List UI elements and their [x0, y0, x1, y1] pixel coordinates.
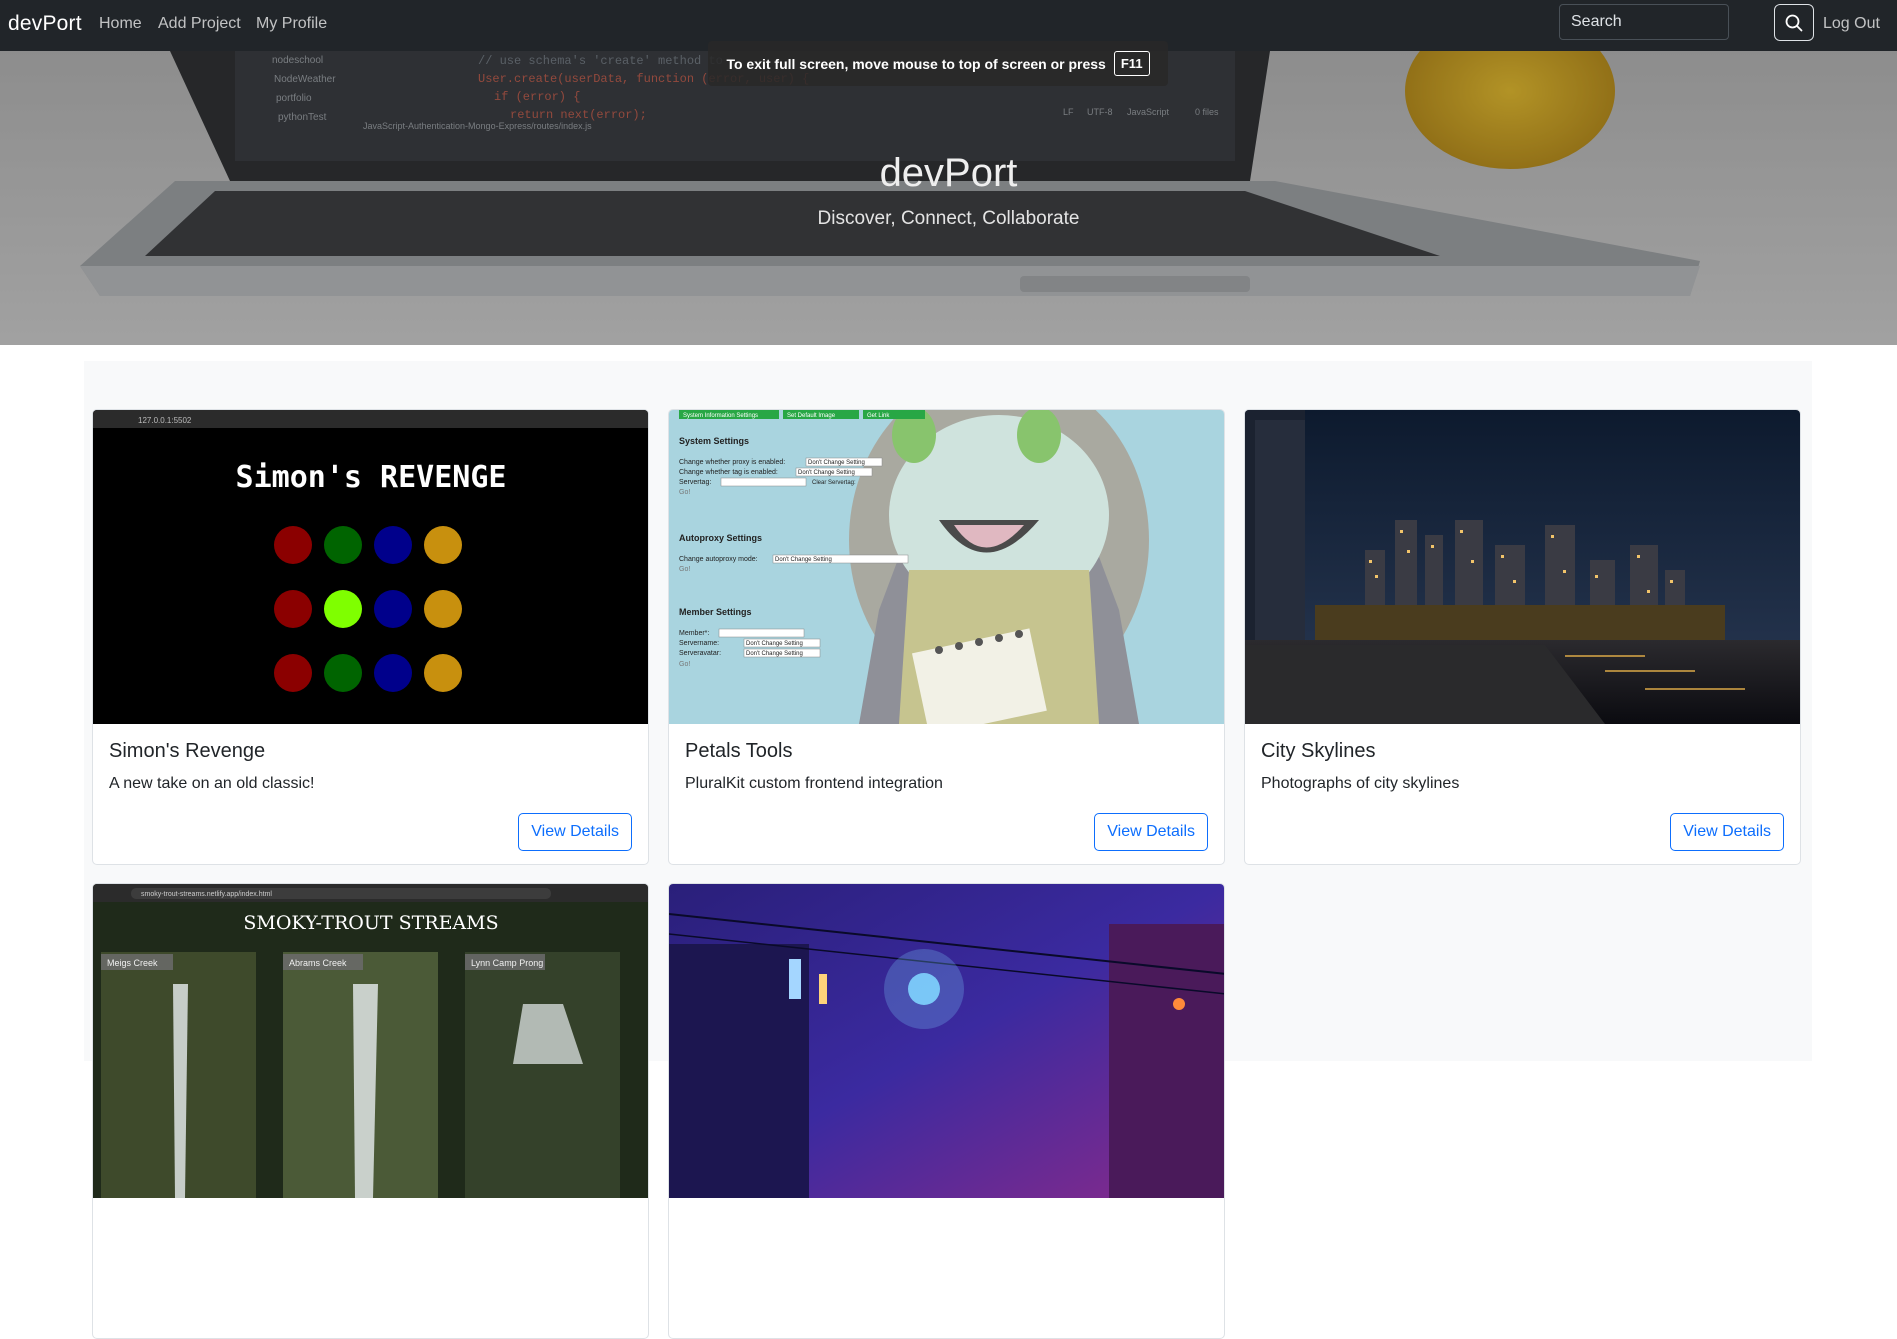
- smoky-thumb-label: Abrams Creek: [289, 958, 347, 968]
- nav-link-add-project[interactable]: Add Project: [158, 15, 241, 33]
- project-card-city-skylines: City Skylines Photographs of city skylin…: [1244, 409, 1801, 865]
- project-thumbnail-simons-revenge: 127.0.0.1:5502 Simon's REVENGE: [93, 410, 648, 724]
- petals-select-value: Don't Change Setting: [798, 470, 855, 476]
- simon-game-title: Simon's REVENGE: [236, 460, 507, 495]
- neon-street-photo: [669, 884, 1224, 1198]
- project-thumbnail-petals-tools: System Information Settings Set Default …: [669, 410, 1224, 724]
- project-title: City Skylines: [1261, 740, 1376, 762]
- petals-tab-2: Get Link: [867, 413, 890, 419]
- petals-row: Change whether tag is enabled:: [679, 469, 778, 476]
- project-thumbnail-city-skylines: [1245, 410, 1800, 724]
- project-thumbnail-smoky-trout-streams: smoky-trout-streams.netlify.app/index.ht…: [93, 884, 648, 1198]
- hero-title: devPort: [879, 151, 1018, 195]
- petals-section-autoproxy: Autoproxy Settings: [679, 533, 762, 543]
- logout-link[interactable]: Log Out: [1823, 15, 1880, 33]
- petals-select-value: Don't Change Setting: [746, 651, 803, 657]
- smoky-trout-screenshot: smoky-trout-streams.netlify.app/index.ht…: [93, 884, 648, 1198]
- f11-key-badge: F11: [1113, 51, 1150, 76]
- petals-tools-screenshot: System Information Settings Set Default …: [669, 410, 1224, 724]
- project-description: Photographs of city skylines: [1261, 775, 1460, 792]
- view-details-button[interactable]: View Details: [1670, 813, 1784, 851]
- petals-row: Serveravatar:: [679, 650, 721, 657]
- view-details-button[interactable]: View Details: [1094, 813, 1208, 851]
- search-button[interactable]: [1774, 4, 1814, 41]
- project-card-smoky-trout-streams: smoky-trout-streams.netlify.app/index.ht…: [92, 883, 649, 1339]
- project-card-simons-revenge: 127.0.0.1:5502 Simon's REVENGE Simon's R…: [92, 409, 649, 865]
- smoky-thumb-label: Meigs Creek: [107, 958, 158, 968]
- nav-link-my-profile[interactable]: My Profile: [256, 15, 327, 33]
- fullscreen-notice: To exit full screen, move mouse to top o…: [708, 41, 1168, 86]
- petals-checkbox-label: Clear Servertag:: [812, 480, 856, 486]
- simon-url: 127.0.0.1:5502: [138, 416, 192, 425]
- smoky-title: SMOKY-TROUT STREAMS: [243, 912, 498, 934]
- view-details-button[interactable]: View Details: [518, 813, 632, 851]
- nav-link-home[interactable]: Home: [99, 15, 142, 33]
- project-description: A new take on an old classic!: [109, 775, 315, 792]
- project-title: Simon's Revenge: [109, 740, 266, 762]
- petals-go: Go!: [679, 489, 690, 496]
- petals-tab-1: Set Default Image: [787, 413, 836, 419]
- petals-row: Member*:: [679, 630, 709, 637]
- hero-subtitle: Discover, Connect, Collaborate: [817, 208, 1080, 229]
- petals-row: Servername:: [679, 640, 719, 647]
- brand-logo[interactable]: devPort: [8, 12, 82, 36]
- project-card-neon-street: [668, 883, 1225, 1339]
- petals-select-value: Don't Change Setting: [775, 557, 832, 563]
- hero-banner: // use schema's 'create' method to User.…: [0, 51, 1897, 345]
- petals-section-member: Member Settings: [679, 607, 752, 617]
- petals-select-value: Don't Change Setting: [808, 460, 865, 466]
- smoky-thumb-label: Lynn Camp Prong: [471, 958, 543, 968]
- petals-go: Go!: [679, 566, 690, 573]
- project-description: PluralKit custom frontend integration: [685, 775, 943, 792]
- city-skyline-photo: [1245, 410, 1800, 724]
- petals-tab-0: System Information Settings: [683, 413, 758, 419]
- smoky-url: smoky-trout-streams.netlify.app/index.ht…: [141, 891, 272, 898]
- project-title: Petals Tools: [685, 740, 793, 762]
- petals-row: Change whether proxy is enabled:: [679, 459, 785, 466]
- petals-go: Go!: [679, 661, 690, 668]
- fullscreen-notice-text: To exit full screen, move mouse to top o…: [726, 55, 1106, 72]
- hero-overlay: [0, 51, 1897, 345]
- project-thumbnail-neon-street: [669, 884, 1224, 1198]
- petals-row: Servertag:: [679, 479, 711, 486]
- project-card-petals-tools: System Information Settings Set Default …: [668, 409, 1225, 865]
- petals-select-value: Don't Change Setting: [746, 641, 803, 647]
- search-icon: [1785, 14, 1803, 31]
- projects-section: 127.0.0.1:5502 Simon's REVENGE Simon's R…: [84, 361, 1812, 1339]
- petals-section-system: System Settings: [679, 436, 749, 446]
- search-input[interactable]: [1559, 4, 1729, 40]
- simon-game-screenshot: 127.0.0.1:5502 Simon's REVENGE: [93, 410, 648, 724]
- petals-row: Change autoproxy mode:: [679, 556, 758, 563]
